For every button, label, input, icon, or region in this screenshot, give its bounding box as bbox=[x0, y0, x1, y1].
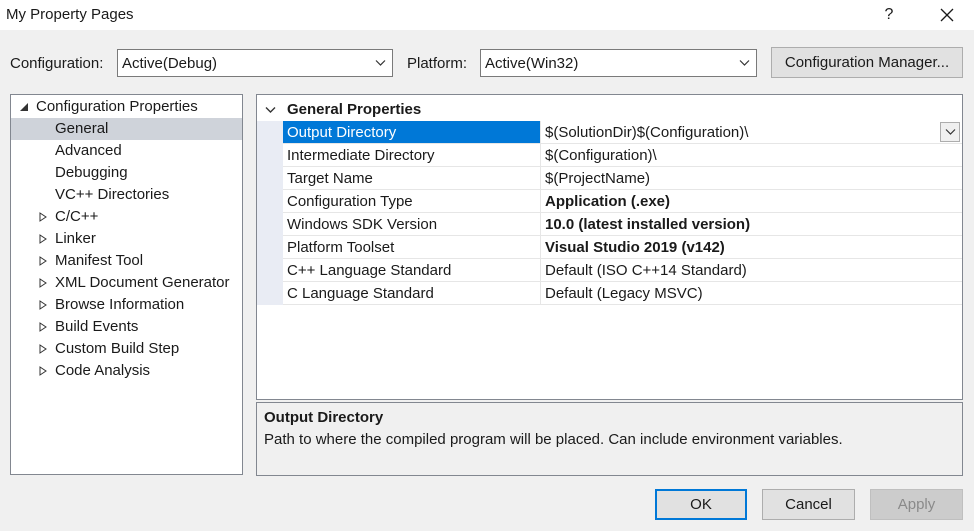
tree-item-label: VC++ Directories bbox=[55, 186, 170, 203]
collapsed-arrow-icon[interactable] bbox=[38, 344, 48, 354]
tree-item[interactable]: Advanced bbox=[11, 140, 242, 162]
tree-item[interactable]: Browse Information bbox=[11, 294, 242, 316]
collapsed-arrow-icon[interactable] bbox=[38, 366, 48, 376]
platform-select[interactable]: Active(Win32) bbox=[480, 49, 757, 77]
property-row[interactable]: Target Name $(ProjectName) bbox=[283, 167, 962, 190]
property-value[interactable]: Default (ISO C++14 Standard) bbox=[545, 259, 962, 281]
help-button[interactable]: ? bbox=[866, 0, 912, 30]
tree-root-configuration-properties[interactable]: Configuration Properties bbox=[11, 96, 242, 118]
property-row[interactable]: Windows SDK Version 10.0 (latest installe… bbox=[283, 213, 962, 236]
platform-label: Platform: bbox=[407, 55, 468, 72]
property-row[interactable]: C Language Standard Default (Legacy MSVC) bbox=[283, 282, 962, 305]
description-text: Path to where the compiled program will … bbox=[264, 431, 843, 448]
close-icon bbox=[940, 8, 954, 22]
tree-item-label: Code Analysis bbox=[55, 362, 151, 379]
property-value[interactable]: Application (.exe) bbox=[545, 190, 962, 212]
property-row[interactable]: C++ Language Standard Default (ISO C++14 … bbox=[283, 259, 962, 282]
tree-item[interactable]: Code Analysis bbox=[11, 360, 242, 382]
tree-item[interactable]: General bbox=[11, 118, 242, 140]
property-name[interactable]: Platform Toolset bbox=[283, 236, 541, 258]
tree-item-label: Build Events bbox=[55, 318, 139, 335]
property-name[interactable]: Target Name bbox=[283, 167, 541, 189]
property-value-text: $(ProjectName) bbox=[545, 169, 651, 187]
configuration-label: Configuration: bbox=[10, 55, 104, 72]
cancel-button[interactable]: Cancel bbox=[762, 489, 855, 520]
tree-item[interactable]: VC++ Directories bbox=[11, 184, 242, 206]
category-tree: Configuration Properties General Advanced… bbox=[10, 94, 243, 475]
property-value-text: $(Configuration)\ bbox=[545, 146, 657, 164]
property-name[interactable]: C Language Standard bbox=[283, 282, 541, 304]
grid-gutter bbox=[257, 121, 283, 305]
property-value[interactable]: Visual Studio 2019 (v142) bbox=[545, 236, 962, 258]
tree-item-label: Advanced bbox=[55, 142, 122, 159]
configuration-value: Active(Debug) bbox=[122, 54, 218, 72]
window-title: My Property Pages bbox=[6, 6, 134, 23]
tree-item[interactable]: Build Events bbox=[11, 316, 242, 338]
tree-item[interactable]: Linker bbox=[11, 228, 242, 250]
tree-item-label: Custom Build Step bbox=[55, 340, 180, 357]
description-panel: Output Directory Path to where the compi… bbox=[256, 402, 963, 476]
property-value-text: Default (Legacy MSVC) bbox=[545, 284, 703, 302]
title-bar: My Property Pages ? bbox=[0, 0, 974, 30]
tree-item[interactable]: C/C++ bbox=[11, 206, 242, 228]
property-name[interactable]: Intermediate Directory bbox=[283, 144, 541, 166]
property-value-text: 10.0 (latest installed version) bbox=[545, 215, 751, 233]
tree-item[interactable]: XML Document Generator bbox=[11, 272, 242, 294]
property-value-text: $(SolutionDir)$(Configuration)\ bbox=[545, 123, 749, 141]
property-name[interactable]: Output Directory bbox=[283, 121, 541, 143]
property-value[interactable]: Default (Legacy MSVC) bbox=[545, 282, 962, 304]
chevron-down-icon bbox=[375, 60, 386, 66]
property-row[interactable]: Output Directory $(SolutionDir)$(Configur… bbox=[283, 121, 962, 144]
collapsed-arrow-icon[interactable] bbox=[38, 278, 48, 288]
tree-item-label: Manifest Tool bbox=[55, 252, 144, 269]
value-dropdown-button[interactable] bbox=[940, 122, 960, 142]
collapsed-arrow-icon[interactable] bbox=[38, 256, 48, 266]
section-header[interactable]: General Properties bbox=[257, 99, 962, 121]
property-name[interactable]: Windows SDK Version bbox=[283, 213, 541, 235]
expanded-arrow-icon[interactable] bbox=[19, 102, 29, 112]
apply-button[interactable]: Apply bbox=[870, 489, 963, 520]
property-value[interactable]: 10.0 (latest installed version) bbox=[545, 213, 962, 235]
tree-item-label: Linker bbox=[55, 230, 96, 247]
close-button[interactable] bbox=[924, 0, 970, 30]
chevron-down-icon bbox=[739, 60, 750, 66]
tree-item-label: C/C++ bbox=[55, 208, 99, 225]
chevron-down-icon[interactable] bbox=[265, 106, 276, 114]
collapsed-arrow-icon[interactable] bbox=[38, 322, 48, 332]
property-name[interactable]: Configuration Type bbox=[283, 190, 541, 212]
property-grid: General Properties Output Directory $(Sol… bbox=[256, 94, 963, 400]
tree-item-label: Debugging bbox=[55, 164, 128, 181]
tree-item[interactable]: Debugging bbox=[11, 162, 242, 184]
property-value-text: Default (ISO C++14 Standard) bbox=[545, 261, 747, 279]
property-value[interactable]: $(SolutionDir)$(Configuration)\ bbox=[545, 121, 962, 143]
tree-root-label: Configuration Properties bbox=[36, 98, 198, 115]
section-title: General Properties bbox=[287, 101, 422, 118]
tree-item[interactable]: Custom Build Step bbox=[11, 338, 242, 360]
collapsed-arrow-icon[interactable] bbox=[38, 234, 48, 244]
collapsed-arrow-icon[interactable] bbox=[38, 212, 48, 222]
property-row[interactable]: Intermediate Directory $(Configuration)\ bbox=[283, 144, 962, 167]
ok-button[interactable]: OK bbox=[655, 489, 747, 520]
configuration-manager-button[interactable]: Configuration Manager... bbox=[771, 47, 963, 78]
chevron-down-icon bbox=[945, 129, 955, 135]
tree-item-label: General bbox=[55, 120, 109, 137]
tree-item-label: Browse Information bbox=[55, 296, 185, 313]
property-value[interactable]: $(Configuration)\ bbox=[545, 144, 962, 166]
property-row[interactable]: Platform Toolset Visual Studio 2019 (v142… bbox=[283, 236, 962, 259]
platform-value: Active(Win32) bbox=[485, 54, 579, 72]
tree-item-label: XML Document Generator bbox=[55, 274, 230, 291]
collapsed-arrow-icon[interactable] bbox=[38, 300, 48, 310]
property-value-text: Visual Studio 2019 (v142) bbox=[545, 238, 725, 256]
tree-item[interactable]: Manifest Tool bbox=[11, 250, 242, 272]
configuration-select[interactable]: Active(Debug) bbox=[117, 49, 393, 77]
description-title: Output Directory bbox=[264, 409, 384, 426]
property-row[interactable]: Configuration Type Application (.exe) bbox=[283, 190, 962, 213]
property-value-text: Application (.exe) bbox=[545, 192, 671, 210]
property-value[interactable]: $(ProjectName) bbox=[545, 167, 962, 189]
property-name[interactable]: C++ Language Standard bbox=[283, 259, 541, 281]
